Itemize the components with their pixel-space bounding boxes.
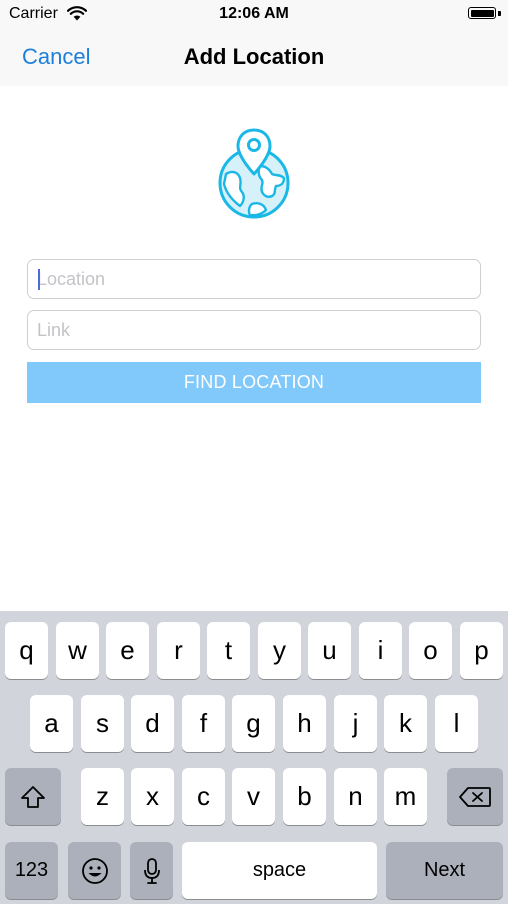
key-c[interactable]: c [182, 768, 225, 825]
link-input[interactable] [37, 311, 467, 349]
key-v[interactable]: v [232, 768, 275, 825]
key-m[interactable]: m [384, 768, 427, 825]
location-input[interactable] [37, 260, 467, 298]
key-l[interactable]: l [435, 695, 478, 752]
link-field[interactable] [27, 310, 481, 350]
numbers-key[interactable]: 123 [5, 842, 58, 899]
shift-key[interactable] [5, 768, 61, 825]
globe-location-pin-icon [218, 128, 290, 219]
key-s[interactable]: s [81, 695, 124, 752]
key-d[interactable]: d [131, 695, 174, 752]
backspace-key[interactable] [447, 768, 503, 825]
emoji-icon [81, 857, 108, 884]
key-j[interactable]: j [334, 695, 377, 752]
key-i[interactable]: i [359, 622, 402, 679]
status-time: 12:06 AM [219, 5, 289, 22]
battery-icon [468, 7, 496, 19]
key-x[interactable]: x [131, 768, 174, 825]
shift-icon [21, 785, 45, 808]
microphone-icon [143, 857, 160, 884]
key-f[interactable]: f [182, 695, 225, 752]
space-key[interactable]: space [182, 842, 377, 899]
location-field[interactable] [27, 259, 481, 299]
navigation-bar: Cancel Add Location [0, 28, 508, 86]
dictation-key[interactable] [130, 842, 173, 899]
battery-tip [498, 11, 501, 16]
key-k[interactable]: k [384, 695, 427, 752]
key-g[interactable]: g [232, 695, 275, 752]
key-h[interactable]: h [283, 695, 326, 752]
keyboard: q w e r t y u i o p a s d f g h j k l z … [0, 611, 508, 904]
status-bar: Carrier 12:06 AM [0, 0, 508, 28]
find-location-button[interactable]: FIND LOCATION [27, 362, 481, 403]
key-w[interactable]: w [56, 622, 99, 679]
backspace-icon [459, 786, 491, 807]
key-a[interactable]: a [30, 695, 73, 752]
key-o[interactable]: o [409, 622, 452, 679]
key-t[interactable]: t [207, 622, 250, 679]
key-e[interactable]: e [106, 622, 149, 679]
emoji-key[interactable] [68, 842, 121, 899]
key-r[interactable]: r [157, 622, 200, 679]
key-y[interactable]: y [258, 622, 301, 679]
page-title: Add Location [183, 44, 325, 69]
text-caret [38, 269, 40, 290]
next-key[interactable]: Next [386, 842, 503, 899]
key-n[interactable]: n [334, 768, 377, 825]
key-p[interactable]: p [460, 622, 503, 679]
key-q[interactable]: q [5, 622, 48, 679]
key-z[interactable]: z [81, 768, 124, 825]
key-u[interactable]: u [308, 622, 351, 679]
key-b[interactable]: b [283, 768, 326, 825]
